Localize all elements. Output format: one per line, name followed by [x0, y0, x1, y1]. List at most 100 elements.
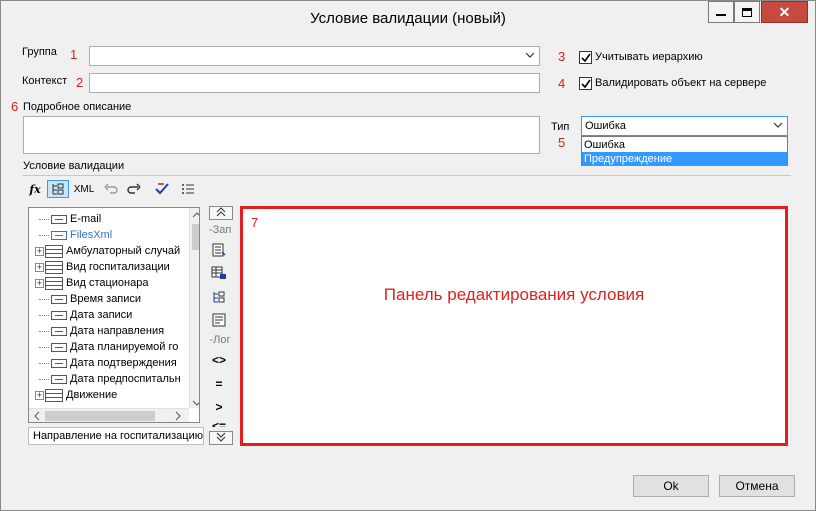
maximize-button[interactable] — [734, 1, 760, 23]
tree-vertical-scrollbar[interactable] — [189, 208, 199, 410]
tree-item-label: FilesXml — [70, 229, 113, 241]
tree-item[interactable]: E-mail — [29, 211, 189, 227]
tree-item-label: Дата записи — [70, 309, 133, 321]
condition-editor[interactable]: Панель редактирования условия — [240, 206, 788, 446]
tree-connector — [39, 378, 49, 380]
tree-connector — [39, 330, 49, 332]
tree-item-label: Движение — [66, 389, 118, 401]
field-icon — [51, 214, 67, 224]
scroll-top-button[interactable] — [209, 206, 233, 220]
op-equal[interactable]: = — [209, 375, 229, 393]
annotation-3: 3 — [558, 49, 566, 64]
tree-item[interactable]: Дата предпоспитальн — [29, 371, 189, 387]
server-validation-label: Валидировать объект на сервере — [595, 77, 767, 89]
tree-item[interactable]: FilesXml — [29, 227, 189, 243]
insert-attribute-icon[interactable] — [209, 288, 229, 306]
description-label: Подробное описание — [23, 101, 132, 113]
op-not-equal[interactable]: <> — [209, 351, 229, 369]
tree-connector — [39, 218, 49, 220]
table-icon — [45, 388, 63, 402]
fields-tree[interactable]: E-mail FilesXml + Амбулаторный случай + Вид г… — [28, 207, 200, 423]
list-icon[interactable] — [179, 180, 197, 198]
tree-item[interactable]: + Движение — [29, 387, 189, 403]
scroll-left-icon[interactable] — [33, 411, 41, 422]
insert-table-icon[interactable] — [209, 264, 229, 282]
scroll-thumb[interactable] — [192, 224, 199, 250]
op-less-equal[interactable]: <= — [209, 419, 229, 427]
annotation-6: 6 — [11, 99, 19, 114]
tree-view-icon[interactable] — [47, 180, 69, 198]
tree-item-label: Дата направления — [70, 325, 165, 337]
annotation-1: 1 — [70, 47, 78, 62]
table-icon — [45, 276, 63, 290]
redo-icon[interactable] — [125, 180, 143, 198]
group-label: Группа — [22, 46, 57, 58]
tree-connector — [39, 314, 49, 316]
scroll-right-icon[interactable] — [174, 411, 182, 422]
expand-icon[interactable]: + — [35, 246, 44, 256]
insert-field-icon[interactable] — [209, 241, 229, 259]
tree-connector — [39, 362, 49, 364]
tree-horizontal-scrollbar[interactable] — [29, 408, 189, 422]
scroll-up-icon[interactable] — [192, 211, 199, 221]
tree-item-label: Дата планируемой го — [70, 341, 179, 353]
condition-label: Условие валидации — [23, 160, 125, 172]
field-icon — [51, 326, 67, 336]
window-title: Условие валидации (новый) — [310, 10, 506, 27]
function-icon[interactable]: fx — [26, 180, 44, 198]
context-label: Контекст — [22, 75, 68, 87]
tree-item[interactable]: + Амбулаторный случай — [29, 243, 189, 259]
field-icon — [51, 294, 67, 304]
title-bar[interactable]: Условие валидации (новый) ✕ — [1, 1, 815, 35]
scroll-bottom-button[interactable] — [209, 431, 233, 445]
server-validation-checkbox[interactable] — [579, 77, 592, 90]
tree-item-label: Вид госпитализации — [66, 261, 170, 273]
expand-icon[interactable]: + — [35, 262, 44, 272]
table-icon — [45, 260, 63, 274]
cancel-button[interactable]: Отмена — [719, 475, 795, 497]
ok-button[interactable]: Ok — [633, 475, 709, 497]
tree-item-label: E-mail — [70, 213, 102, 225]
chevron-down-icon[interactable] — [525, 50, 535, 63]
undo-icon[interactable] — [102, 180, 120, 198]
type-option-error[interactable]: Ошибка — [582, 138, 787, 152]
tree-root-label: Направление на госпитализацию — [28, 427, 204, 445]
check-syntax-icon[interactable] — [152, 180, 172, 198]
op-greater[interactable]: > — [209, 398, 229, 416]
hierarchy-label: Учитывать иерархию — [595, 51, 703, 63]
chevron-down-icon[interactable] — [773, 120, 783, 133]
tree-item-label: Время записи — [70, 293, 142, 305]
hierarchy-checkbox[interactable] — [579, 51, 592, 64]
field-icon — [51, 342, 67, 352]
tree-item-label: Амбулаторный случай — [66, 245, 181, 257]
annotation-2: 2 — [76, 75, 84, 90]
insert-value-icon[interactable] — [209, 311, 229, 329]
tree-item[interactable]: + Вид госпитализации — [29, 259, 189, 275]
expand-icon[interactable]: + — [35, 278, 44, 288]
type-label: Тип — [551, 121, 570, 133]
description-textarea[interactable] — [23, 116, 540, 154]
tree-item[interactable]: Дата записи — [29, 307, 189, 323]
close-button[interactable]: ✕ — [761, 1, 808, 23]
type-select[interactable]: Ошибка — [581, 116, 788, 136]
annotation-7: 7 — [251, 215, 259, 230]
fields-section-label: -Зап — [209, 224, 232, 236]
tree-item[interactable]: Дата подтверждения — [29, 355, 189, 371]
tree-connector — [39, 346, 49, 348]
type-dropdown-list[interactable]: Ошибка Предупреждение — [581, 136, 788, 166]
tree-item[interactable]: Дата направления — [29, 323, 189, 339]
tree-item[interactable]: + Вид стационара — [29, 275, 189, 291]
tree-item[interactable]: Дата планируемой го — [29, 339, 189, 355]
group-combobox[interactable] — [89, 46, 540, 66]
tree-item[interactable]: Время записи — [29, 291, 189, 307]
minimize-button[interactable] — [708, 1, 734, 23]
expand-icon[interactable]: + — [35, 390, 44, 400]
type-option-warning[interactable]: Предупреждение — [582, 152, 787, 166]
dialog-window: Условие валидации (новый) ✕ Группа 1 3 У… — [0, 0, 816, 511]
tree-connector — [39, 298, 49, 300]
context-field[interactable] — [89, 73, 540, 93]
xml-icon[interactable]: XML — [73, 180, 95, 198]
scroll-down-icon[interactable] — [192, 398, 199, 410]
hscroll-thumb[interactable] — [45, 411, 155, 421]
table-icon — [45, 244, 63, 258]
